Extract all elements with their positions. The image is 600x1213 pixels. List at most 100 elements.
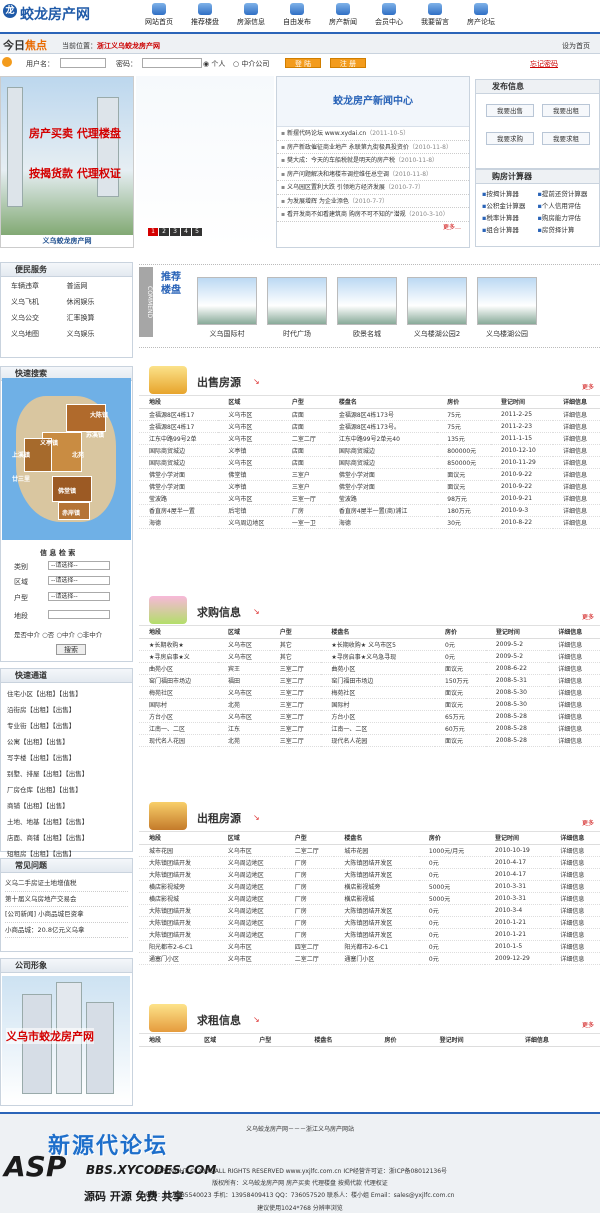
area-select[interactable]: --请选择-- [48, 576, 110, 585]
table-cell[interactable]: 香直房4屋半一置 [139, 504, 219, 517]
recommend-caption[interactable]: 时代广场 [267, 329, 327, 339]
service-link[interactable]: 休闲娱乐 [67, 297, 123, 307]
table-row[interactable]: 横店影视城 义乌周边地区 厂房 横店影视城 5000元 2010-3-31 详细信息 [139, 892, 600, 905]
detail-link[interactable]: 详细信息 [552, 420, 600, 433]
detail-link[interactable]: 详细信息 [548, 650, 600, 663]
recommend-image[interactable] [197, 277, 257, 325]
sethome-link[interactable]: 设为首页 [562, 41, 590, 51]
detail-link[interactable]: 详细信息 [552, 492, 600, 505]
map-label[interactable]: 义亭镇 [40, 438, 58, 447]
detail-link[interactable]: 详细信息 [552, 468, 600, 481]
table-cell[interactable]: 国际村 [139, 698, 219, 711]
radio-no[interactable]: ○否 [42, 631, 54, 639]
table-cell[interactable]: 现代名人花园 [139, 734, 219, 747]
faq-link[interactable]: 第十届义乌房地产交易会 [5, 892, 128, 907]
table-row[interactable]: 莹波路 义乌市区 三室一厅 莹波路 98万元 2010-9-21 详细信息 [139, 492, 600, 505]
table-cell[interactable]: 通塞门小区 [139, 952, 218, 965]
table-cell[interactable]: 国际商贸城边 [139, 456, 219, 469]
detail-link[interactable]: 详细信息 [548, 686, 600, 699]
publish-button[interactable]: 我要出售 [486, 104, 534, 117]
nav-item[interactable]: 自由发布 [274, 0, 320, 30]
recommend-caption[interactable]: 欧景名城 [337, 329, 397, 339]
detail-link[interactable]: 详细信息 [552, 480, 600, 493]
detail-link[interactable]: 详细信息 [552, 504, 600, 517]
service-link[interactable]: 义乌娱乐 [67, 329, 123, 339]
buy-more-link[interactable]: 更多 [582, 612, 594, 621]
publish-button[interactable]: 我要出租 [542, 104, 590, 117]
table-row[interactable]: 海德 义乌周边地区 一室一卫 海德 30元 2010-8-22 详细信息 [139, 516, 600, 529]
recommend-caption[interactable]: 义乌楼湖公园2 [407, 329, 467, 339]
quick-access-link[interactable]: 别墅、排屋【出租】【出售】 [7, 766, 126, 782]
table-row[interactable]: 大陈镇团结开发 义乌周边地区 厂房 大陈镇团结开发区 0元 2010-4-17 详细信息 [139, 868, 600, 881]
table-cell[interactable]: 大陈镇团结开发 [139, 928, 218, 941]
calculator-link[interactable]: ▪税率计算器 [482, 212, 538, 222]
table-cell[interactable]: 方台小区 [139, 710, 219, 723]
faq-link[interactable]: [公司新闻] 小商品城巨资拿 [5, 907, 128, 923]
nav-item[interactable]: 房源信息 [228, 0, 274, 30]
calculator-link[interactable]: ▪提前还贷计算器 [538, 188, 594, 198]
detail-link[interactable]: 详细信息 [550, 928, 600, 941]
calculator-link[interactable]: ▪组合计算器 [482, 224, 538, 234]
login-button[interactable]: 登 陆 [285, 58, 321, 68]
detail-link[interactable]: 详细信息 [552, 456, 600, 469]
register-button[interactable]: 注 册 [330, 58, 366, 68]
table-cell[interactable]: 莹波路 [139, 492, 219, 505]
table-cell[interactable]: 窑门福田市场边 [139, 674, 219, 687]
recommend-image[interactable] [337, 277, 397, 325]
table-row[interactable]: 通塞门小区 义乌市区 二室二厅 通塞门小区 0元 2009-12-29 详细信息 [139, 952, 600, 965]
table-cell[interactable]: 梅苑社区 [139, 686, 219, 699]
table-row[interactable]: 曲苑小区 宾王 三室二厅 曲苑小区 面议元 2008-6-22 详细信息 [139, 662, 600, 675]
table-cell[interactable]: 佛堂小学对面 [139, 480, 219, 493]
sale-more-link[interactable]: 更多 [582, 382, 594, 391]
map-label[interactable]: 廿三里 [12, 474, 30, 483]
type-select[interactable]: --请选择-- [48, 561, 110, 570]
service-link[interactable]: 义乌公交 [11, 313, 67, 323]
table-row[interactable]: 方台小区 义乌市区 三室二厅 方台小区 65万元 2008-5-28 详细信息 [139, 710, 600, 723]
table-row[interactable]: ★寻房启事★义 义乌市区 其它 ★寻房启事★义乌急寻现 0元 2009-5-2 详细信息 [139, 650, 600, 663]
detail-link[interactable]: 详细信息 [552, 444, 600, 457]
table-cell[interactable]: 横店影视城旁 [139, 880, 218, 893]
table-row[interactable]: 横店影视城旁 义乌周边地区 厂房 横店影视城旁 5000元 2010-3-31 详细信息 [139, 880, 600, 893]
map-label[interactable]: 赤岸镇 [62, 508, 80, 517]
detail-link[interactable]: 详细信息 [550, 868, 600, 881]
nav-item[interactable]: 房产新闻 [320, 0, 366, 30]
detail-link[interactable]: 详细信息 [550, 844, 600, 857]
table-row[interactable]: 阳光都市2-6-C1 义乌市区 四室二厅 阳光都市2-6-C1 0元 2010-1-5 详细… [139, 940, 600, 953]
radio-agency-yes[interactable]: ○中介 [56, 631, 75, 639]
service-link[interactable]: 普运网 [67, 281, 123, 291]
table-row[interactable]: 大陈镇团结开发 义乌周边地区 厂房 大陈镇团结开发区 0元 2010-1-21 详细信息 [139, 916, 600, 929]
radio-personal[interactable]: ◉ 个人 [203, 59, 225, 69]
calculator-link[interactable]: ▪购房能力评估 [538, 212, 594, 222]
table-row[interactable]: 大陈镇团结开发 义乌周边地区 厂房 大陈镇团结开发区 0元 2010-1-21 详细信息 [139, 928, 600, 941]
table-cell[interactable]: 阳光都市2-6-C1 [139, 940, 218, 953]
table-cell[interactable]: ★寻房启事★义 [139, 650, 219, 663]
table-cell[interactable]: 海德 [139, 516, 219, 529]
banner-page-button[interactable]: 2 [159, 228, 169, 236]
calculator-link[interactable]: ▪公积金计算器 [482, 200, 538, 210]
quick-access-link[interactable]: 土地、地基【出租】【出售】 [7, 814, 126, 830]
banner-page-button[interactable]: 1 [148, 228, 158, 236]
map-label[interactable]: 大陈镇 [90, 410, 108, 419]
detail-link[interactable]: 详细信息 [550, 952, 600, 965]
service-link[interactable]: 汇率换算 [67, 313, 123, 323]
calculator-link[interactable]: ▪按揭计算器 [482, 188, 538, 198]
map-label[interactable]: 佛堂镇 [58, 486, 76, 495]
detail-link[interactable]: 详细信息 [548, 638, 600, 651]
radio-agency[interactable]: ○ 中介公司 [233, 59, 269, 69]
detail-link[interactable]: 详细信息 [550, 880, 600, 893]
news-item[interactable]: ▪ 看开发商不如看建筑商 购房不可不知的"潜规（2010-3-10） [277, 208, 469, 222]
detail-link[interactable]: 详细信息 [552, 408, 600, 421]
table-row[interactable]: 佛堂小学对面 佛堂镇 三室户 佛堂小学对面 面议元 2010-9-22 详细信息 [139, 468, 600, 481]
table-row[interactable]: 佛堂小学对面 义亭镇 三室户 佛堂小学对面 面议元 2010-9-22 详细信息 [139, 480, 600, 493]
table-cell[interactable]: 曲苑小区 [139, 662, 219, 675]
table-cell[interactable]: 大陈镇团结开发 [139, 856, 218, 869]
table-cell[interactable]: 大陈镇团结开发 [139, 868, 218, 881]
recommend-image[interactable] [477, 277, 537, 325]
table-row[interactable]: 梅苑社区 义乌市区 三室二厅 梅苑社区 面议元 2008-5-30 详细信息 [139, 686, 600, 699]
road-input[interactable] [48, 610, 110, 619]
table-cell[interactable]: ★长期收购★ [139, 638, 219, 651]
news-item[interactable]: ▪ 义乌园区置利大跌 引领地方经济发展（2010-7-7） [277, 181, 469, 195]
want-more-link[interactable]: 更多 [582, 1020, 594, 1029]
detail-link[interactable]: 详细信息 [548, 710, 600, 723]
search-button[interactable]: 搜索 [56, 644, 86, 655]
